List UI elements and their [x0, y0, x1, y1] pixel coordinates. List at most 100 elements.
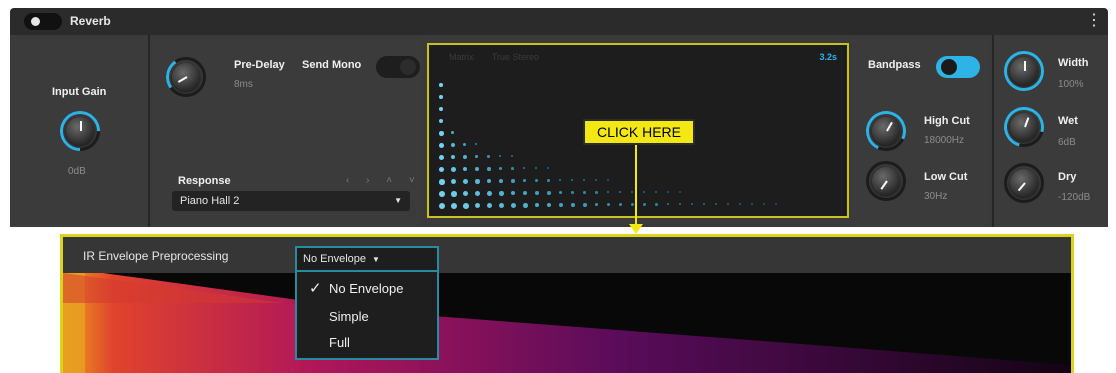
bandpass-toggle[interactable] [936, 56, 980, 78]
envelope-select-value: No Envelope [303, 253, 366, 265]
wet-knob[interactable] [996, 99, 1052, 155]
ir-dot [487, 179, 492, 184]
dry-label: Dry [1058, 171, 1077, 183]
ir-dot [631, 203, 634, 206]
ir-dot [667, 191, 669, 193]
ir-dot [511, 167, 514, 170]
ir-dot-matrix [439, 83, 809, 215]
response-select[interactable]: Piano Hall 2 ▼ [172, 191, 410, 211]
ir-dot [439, 119, 444, 124]
ir-dot [547, 167, 549, 169]
chevron-down-icon: ▼ [372, 255, 380, 264]
response-label: Response [178, 175, 231, 187]
predelay-knob[interactable] [162, 53, 210, 101]
ir-dot [451, 203, 457, 209]
ir-dot [691, 203, 693, 205]
ir-dot [451, 131, 455, 135]
input-gain-value: 0dB [68, 166, 86, 177]
envelope-option-no-envelope[interactable]: ✓ No Envelope [297, 276, 437, 302]
ir-dot [475, 155, 479, 159]
input-gain-label: Input Gain [52, 86, 107, 98]
ir-dot [631, 191, 633, 193]
ir-dot [535, 203, 540, 208]
ir-dot [511, 155, 513, 157]
bandpass-label: Bandpass [868, 59, 921, 71]
ir-dot [439, 203, 445, 209]
ir-dot [511, 191, 516, 196]
high-cut-value: 18000Hz [924, 135, 965, 146]
response-nav-arrows[interactable]: ‹ › ˄ ˅ [346, 175, 422, 186]
ir-dot [559, 191, 563, 195]
wet-value: 6dB [1058, 137, 1076, 148]
ir-dot [499, 155, 502, 158]
ir-dot [439, 179, 445, 185]
plugin-title-bar: Reverb ⋮ [10, 8, 1108, 35]
ir-dot [523, 179, 527, 183]
callout-arrow-head [629, 224, 643, 234]
ir-dot [475, 143, 478, 146]
ir-dot [571, 203, 575, 207]
checkmark-icon: ✓ [309, 280, 322, 297]
ir-dot [451, 191, 457, 197]
ir-dot [679, 203, 682, 206]
dry-knob[interactable] [1004, 163, 1044, 203]
response-select-value: Piano Hall 2 [180, 195, 240, 207]
tab-matrix[interactable]: Matrix [449, 52, 474, 62]
ir-dot [475, 203, 481, 209]
low-cut-value: 30Hz [924, 191, 948, 202]
ir-dot [619, 203, 623, 207]
ir-dot [643, 203, 646, 206]
dry-value: -120dB [1058, 192, 1091, 203]
ir-dot [607, 191, 610, 194]
ir-dot [439, 107, 444, 112]
width-knob[interactable] [1004, 51, 1044, 91]
ir-dot [667, 203, 670, 206]
ir-dot [571, 191, 574, 194]
ir-dot [523, 167, 526, 170]
ir-dot [607, 179, 609, 181]
ir-dot [523, 191, 527, 195]
low-cut-knob[interactable] [866, 161, 906, 201]
ir-dot [547, 203, 552, 208]
high-cut-knob[interactable] [860, 105, 912, 157]
ir-dot [559, 179, 562, 182]
ir-dot [547, 179, 550, 182]
envelope-option-simple[interactable]: Simple [297, 304, 437, 330]
ir-dot [607, 203, 611, 207]
ir-dot [523, 203, 528, 208]
ir-dot [679, 191, 681, 193]
high-cut-label: High Cut [924, 115, 970, 127]
ir-dot [715, 203, 717, 205]
more-options-icon[interactable]: ⋮ [1086, 11, 1102, 31]
ir-dot [619, 191, 621, 193]
power-toggle[interactable] [24, 13, 62, 30]
envelope-option-full[interactable]: Full [297, 330, 437, 356]
input-gain-knob[interactable] [51, 102, 109, 160]
ir-dot [475, 179, 480, 184]
tab-true-stereo[interactable]: True Stereo [492, 52, 539, 62]
spectrogram-image [63, 273, 1071, 373]
ir-dot [571, 179, 573, 181]
ir-dot [475, 167, 479, 171]
ir-envelope-panel: IR Envelope Preprocessing No Envelope ▼ … [60, 234, 1074, 373]
ir-dot [583, 203, 587, 207]
ir-spectrogram [63, 273, 1071, 373]
ir-dot [451, 143, 455, 147]
ir-dot [763, 203, 765, 205]
ir-dot [439, 155, 445, 161]
ir-dot [487, 155, 490, 158]
send-mono-toggle[interactable] [376, 56, 420, 78]
ir-dot [463, 167, 468, 172]
ir-dot [439, 83, 443, 87]
send-mono-label: Send Mono [302, 59, 362, 71]
width-label: Width [1058, 57, 1089, 69]
predelay-label: Pre-Delay [234, 59, 285, 71]
ir-duration: 3.2s [819, 52, 837, 62]
envelope-select[interactable]: No Envelope ▼ [295, 246, 439, 272]
ir-dot [451, 155, 456, 160]
ir-dot [499, 203, 505, 209]
ir-dot [775, 203, 777, 205]
ir-dot [439, 131, 444, 136]
ir-dot [655, 191, 657, 193]
ir-dot [439, 95, 443, 99]
